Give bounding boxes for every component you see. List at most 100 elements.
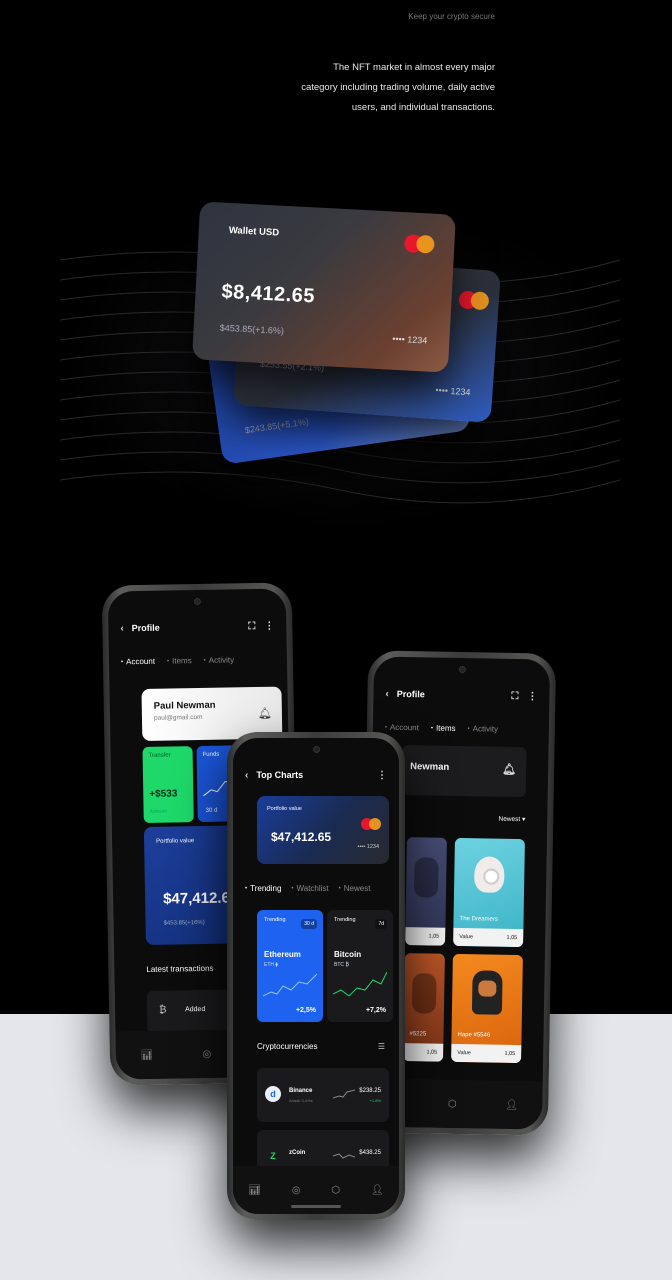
- cube-icon[interactable]: ⬡: [448, 1098, 457, 1109]
- sort-dropdown[interactable]: Newest ▾: [498, 815, 525, 823]
- binance-sparkline: [333, 1089, 355, 1099]
- nft-name: #5225: [409, 1031, 427, 1038]
- chart-tabs: Trending Watchlist Newest: [245, 884, 370, 893]
- back-arrow-icon[interactable]: ‹: [245, 770, 248, 781]
- screen-header: ‹ Profile ⛶ ⋮: [120, 619, 274, 636]
- section-title: Cryptocurrencies: [257, 1042, 318, 1051]
- user-icon[interactable]: 👤︎: [371, 1185, 384, 1196]
- home-indicator[interactable]: [291, 1205, 341, 1208]
- tab-activity[interactable]: Activity: [467, 724, 498, 733]
- camera-notch: [313, 746, 320, 753]
- tab-account[interactable]: Account: [385, 723, 419, 733]
- mastercard-icon: [403, 234, 435, 254]
- card-number: •••• 1234: [435, 384, 471, 398]
- back-arrow-icon[interactable]: ‹: [385, 688, 389, 699]
- more-icon[interactable]: ⋮: [264, 620, 274, 631]
- nft-item[interactable]: The Dreamers Value 1,05: [453, 837, 525, 948]
- transfer-tile[interactable]: Transfer +$533 Amount: [142, 746, 194, 823]
- coin-name: Ethereum: [264, 950, 301, 959]
- phone-top-charts: ‹ Top Charts ⋮ Portfolio value $47,412.6…: [227, 732, 405, 1220]
- transaction-label: Added: [185, 1005, 206, 1014]
- screen-title: Profile: [131, 622, 160, 634]
- tab-account[interactable]: Account: [121, 657, 155, 667]
- tab-trending[interactable]: Trending: [245, 884, 281, 893]
- nft-footer: 1,05: [405, 927, 446, 946]
- card-change: $453.85(+1.6%): [219, 322, 285, 336]
- card-change: $243.85(+5.1%): [244, 416, 310, 436]
- nft-value-label: Value: [457, 1050, 471, 1057]
- phone-screen: ‹ Top Charts ⋮ Portfolio value $47,412.6…: [233, 738, 399, 1214]
- camera-notch: [458, 665, 466, 674]
- filter-icon[interactable]: ☰: [378, 1042, 385, 1051]
- more-icon[interactable]: ⋮: [377, 770, 387, 781]
- tab-watchlist[interactable]: Watchlist: [291, 884, 329, 893]
- chart-icon[interactable]: 📊︎: [140, 1049, 153, 1060]
- tab-items[interactable]: Items: [431, 724, 456, 733]
- binance-logo-icon: d: [265, 1086, 281, 1102]
- wallet-card-front[interactable]: Wallet USD $8,412.65 $453.85(+1.6%) ••••…: [192, 201, 456, 373]
- bell-icon[interactable]: 🔔︎: [258, 707, 272, 720]
- back-arrow-icon[interactable]: ‹: [120, 623, 124, 634]
- nft-item[interactable]: 1,05: [405, 837, 447, 946]
- transfer-label: Transfer: [148, 752, 171, 759]
- latest-transactions-title: Latest transactions: [146, 963, 214, 974]
- tagline: Keep your crypto secure: [408, 12, 495, 21]
- period-select[interactable]: 30 d: [301, 919, 317, 929]
- bell-icon[interactable]: 🔔︎: [502, 763, 516, 776]
- card-balance: $8,412.65: [221, 280, 316, 308]
- nft-artwork: [413, 857, 439, 898]
- tab-newest[interactable]: Newest: [339, 884, 371, 893]
- scan-icon[interactable]: ⛶: [248, 621, 255, 632]
- profile-card[interactable]: Newman 🔔︎: [401, 745, 527, 798]
- portfolio-card[interactable]: Portfolio value $47,412.65 •••• 1234: [257, 796, 389, 864]
- coin-name: Bitcoin: [334, 950, 362, 959]
- coin-name: Binance: [289, 1088, 313, 1094]
- trending-card-ethereum[interactable]: Trending 30 d Ethereum ETH ⧫ +2,5%: [257, 910, 323, 1022]
- portfolio-change: $453.85(+16%): [163, 919, 205, 927]
- nft-artwork: [471, 970, 503, 1015]
- period-select[interactable]: 7d: [375, 919, 387, 929]
- nft-price: 1,05: [428, 933, 440, 940]
- coin-sub: Anadk 3.4%s: [289, 1098, 313, 1103]
- bitcoin-sparkline: [333, 971, 387, 997]
- nft-price: 1,05: [506, 934, 518, 942]
- user-icon[interactable]: 👤︎: [505, 1099, 518, 1110]
- more-icon[interactable]: ⋮: [527, 691, 537, 702]
- screen-title: Profile: [396, 688, 425, 700]
- nft-value-label: Value: [459, 934, 473, 941]
- user-email: paul@gmail.com: [153, 713, 203, 722]
- trending-card-bitcoin[interactable]: Trending 7d Bitcoin BTC ₿ +7,2%: [327, 910, 393, 1022]
- screen-header: ‹ Top Charts ⋮: [245, 768, 387, 782]
- cube-icon[interactable]: ⬡: [331, 1185, 340, 1196]
- nft-footer: 1,05: [403, 1043, 444, 1062]
- funds-period: 30 d: [205, 807, 218, 814]
- transfer-value: +$533: [149, 788, 178, 800]
- nft-name: The Dreamers: [459, 916, 498, 923]
- coin-change: +7,2%: [365, 1007, 386, 1014]
- coin-symbol: BTC ₿: [334, 962, 350, 968]
- compass-icon[interactable]: ◎: [292, 1185, 301, 1196]
- screen-title: Top Charts: [256, 770, 304, 780]
- mastercard-icon: [361, 818, 381, 830]
- mastercard-icon: [458, 290, 490, 311]
- coin-price: $238.25: [359, 1088, 381, 1094]
- nft-price: 1,05: [504, 1050, 516, 1058]
- nft-artwork: [474, 856, 505, 893]
- chart-icon[interactable]: 📊︎: [248, 1185, 261, 1196]
- sort-label: Newest: [498, 815, 521, 824]
- screen-header: ‹ Profile ⛶ ⋮: [385, 687, 537, 704]
- camera-notch: [193, 597, 202, 606]
- user-name: Newman: [410, 761, 450, 773]
- compass-icon[interactable]: ◎: [202, 1048, 211, 1059]
- nft-item[interactable]: Hape #5546 Value 1,05: [451, 953, 523, 1064]
- scan-icon[interactable]: ⛶: [511, 690, 518, 701]
- tab-activity[interactable]: Activity: [204, 655, 234, 665]
- nft-footer: Value 1,05: [453, 927, 524, 948]
- coin-row-binance[interactable]: d Binance Anadk 3.4%s $238.25 +1.8%: [257, 1068, 389, 1122]
- profile-tabs: Account Items Activity: [121, 655, 234, 666]
- portfolio-value: $47,412.65: [271, 830, 332, 844]
- card-title: Wallet USD: [228, 224, 280, 239]
- card-number: •••• 1234: [391, 333, 428, 346]
- nft-item[interactable]: #5225 1,05: [403, 953, 445, 1062]
- tab-items[interactable]: Items: [167, 656, 192, 665]
